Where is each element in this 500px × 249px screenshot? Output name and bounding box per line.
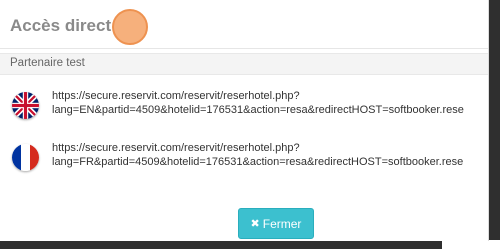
partner-section-header: Partenaire test [0, 53, 488, 75]
partner-label: Partenaire test [10, 57, 85, 69]
overlay-edge-bottom [0, 241, 442, 249]
close-button[interactable]: ✖ Fermer [238, 208, 314, 239]
uk-flag-icon[interactable] [12, 92, 39, 119]
link-url-line-2[interactable]: lang=EN&partid=4509&hotelid=176531&actio… [52, 103, 464, 117]
link-url-line-2[interactable]: lang=FR&partid=4509&hotelid=176531&actio… [52, 155, 463, 169]
cursor-indicator [112, 9, 148, 45]
overlay-edge-right [488, 0, 500, 240]
link-row-english[interactable]: https://secure.reservit.com/reservit/res… [0, 86, 488, 126]
close-icon: ✖ [250, 218, 260, 230]
france-flag-icon[interactable] [12, 144, 39, 171]
direct-access-dialog: Accès direct Partenaire test https://sec… [0, 0, 489, 241]
dialog-title: Accès direct [10, 16, 112, 35]
link-url-line-1[interactable]: https://secure.reservit.com/reservit/res… [52, 141, 300, 155]
dialog-header: Accès direct [0, 0, 488, 49]
close-button-label: Fermer [262, 216, 302, 231]
link-row-french[interactable]: https://secure.reservit.com/reservit/res… [0, 138, 488, 178]
link-url-line-1[interactable]: https://secure.reservit.com/reservit/res… [52, 89, 300, 103]
